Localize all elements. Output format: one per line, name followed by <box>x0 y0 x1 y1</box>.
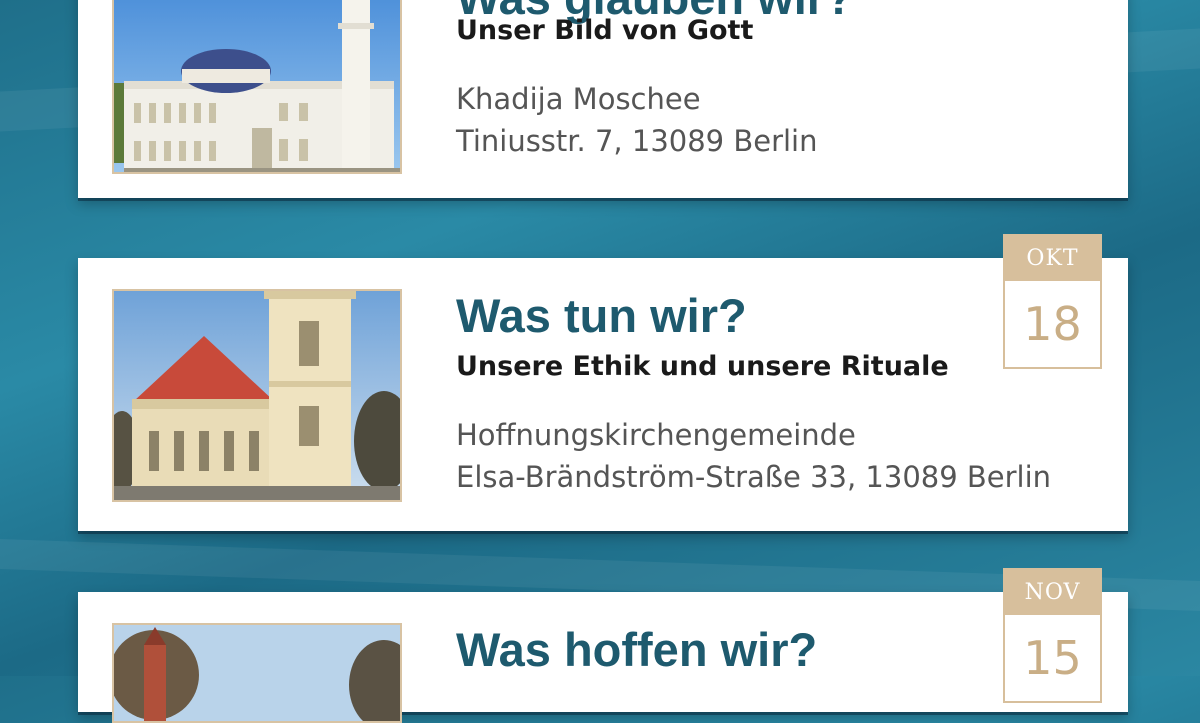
event-subtitle: Unsere Ethik und unsere Rituale <box>456 351 949 382</box>
church-trees-photo <box>112 623 402 723</box>
date-day: 15 <box>1003 615 1102 703</box>
event-address: Tiniusstr. 7, 13089 Berlin <box>456 124 818 158</box>
event-subtitle: Unser Bild von Gott <box>456 15 754 46</box>
event-card[interactable]: Was hoffen wir? NOV 15 <box>78 568 1128 723</box>
mosque-photo <box>112 0 402 174</box>
event-title: Was hoffen wir? <box>456 623 818 676</box>
church-photo <box>112 289 402 502</box>
event-card[interactable]: Was tun wir? Unsere Ethik und unsere Rit… <box>78 234 1128 531</box>
date-badge: NOV 15 <box>1003 568 1102 703</box>
event-title: Was tun wir? <box>456 289 747 342</box>
event-venue: Hoffnungskirchengemeinde <box>456 418 856 452</box>
date-month: OKT <box>1003 234 1102 281</box>
date-badge: OKT 18 <box>1003 234 1102 369</box>
event-card[interactable]: Was glauben wir? Unser Bild von Gott Kha… <box>78 0 1128 198</box>
date-day: 18 <box>1003 281 1102 369</box>
date-month: NOV <box>1003 568 1102 615</box>
event-venue: Khadija Moschee <box>456 82 701 116</box>
event-address: Elsa-Brändström-Straße 33, 13089 Berlin <box>456 460 1052 494</box>
